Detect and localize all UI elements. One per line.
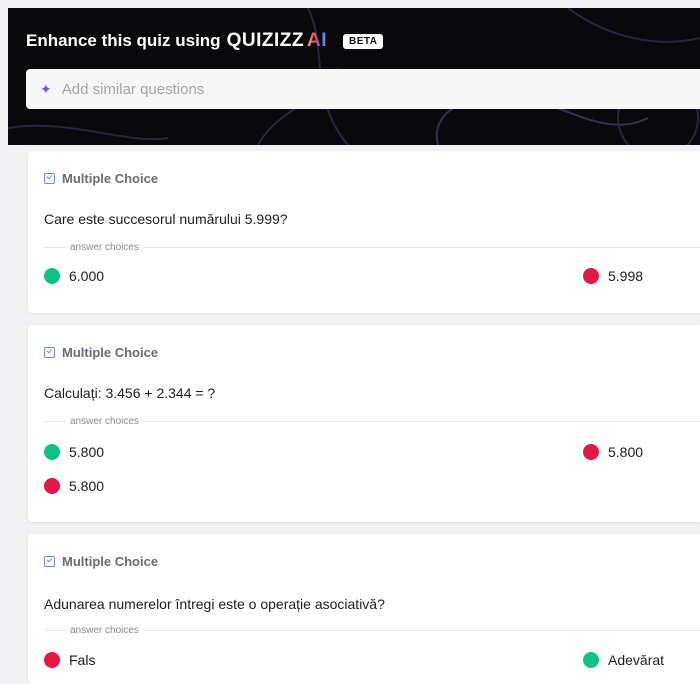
answer-choice: Fals [44,652,95,668]
incorrect-indicator-icon [583,444,599,460]
question-text: Care este succesorul numărului 5.999? [44,211,288,227]
answer-choice: 6.000 [44,268,104,284]
question-card-3[interactable]: Multiple Choice Adunarea numerelor între… [28,534,700,684]
incorrect-indicator-icon [44,478,60,494]
question-card-1[interactable]: Multiple Choice Care este succesorul num… [28,151,700,313]
correct-indicator-icon [44,268,60,284]
answer-choice: Adevărat [583,652,664,668]
checkbox-icon [44,173,55,184]
incorrect-indicator-icon [583,268,599,284]
answer-choices-divider: answer choices [44,241,700,253]
question-text: Adunarea numerelor întregi este o operaț… [44,596,385,612]
answer-choice: 5.800 [44,478,104,494]
answer-choice: 5.800 [44,444,104,460]
answer-choice: 5.800 [583,444,643,460]
banner-title: Enhance this quiz using QUIZIZZ AI BETA [26,30,384,52]
question-type: Multiple Choice [44,171,158,186]
banner-title-text: Enhance this quiz using [26,31,221,50]
sparkle-icon: ✦ [40,80,52,97]
answer-choice: 5.998 [583,268,643,284]
ai-enhance-banner: Enhance this quiz using QUIZIZZ AI BETA … [8,8,700,145]
correct-indicator-icon [44,444,60,460]
add-similar-questions-input[interactable] [59,79,664,99]
answer-choices-divider: answer choices [44,624,700,636]
checkbox-icon [44,347,55,358]
incorrect-indicator-icon [44,652,60,668]
correct-indicator-icon [583,652,599,668]
question-text: Calculați: 3.456 + 2.344 = ? [44,385,216,401]
quizizz-ai-logo: QUIZIZZ AI [226,30,327,51]
quiz-editor: Enhance this quiz using QUIZIZZ AI BETA … [0,0,700,684]
beta-badge: BETA [342,33,384,49]
answer-choices-divider: answer choices [44,415,700,427]
checkbox-icon [44,556,55,567]
question-type: Multiple Choice [44,554,158,569]
question-type: Multiple Choice [44,345,158,360]
question-card-2[interactable]: Multiple Choice Calculați: 3.456 + 2.344… [28,325,700,522]
add-similar-questions-field[interactable]: ✦ [26,69,700,109]
